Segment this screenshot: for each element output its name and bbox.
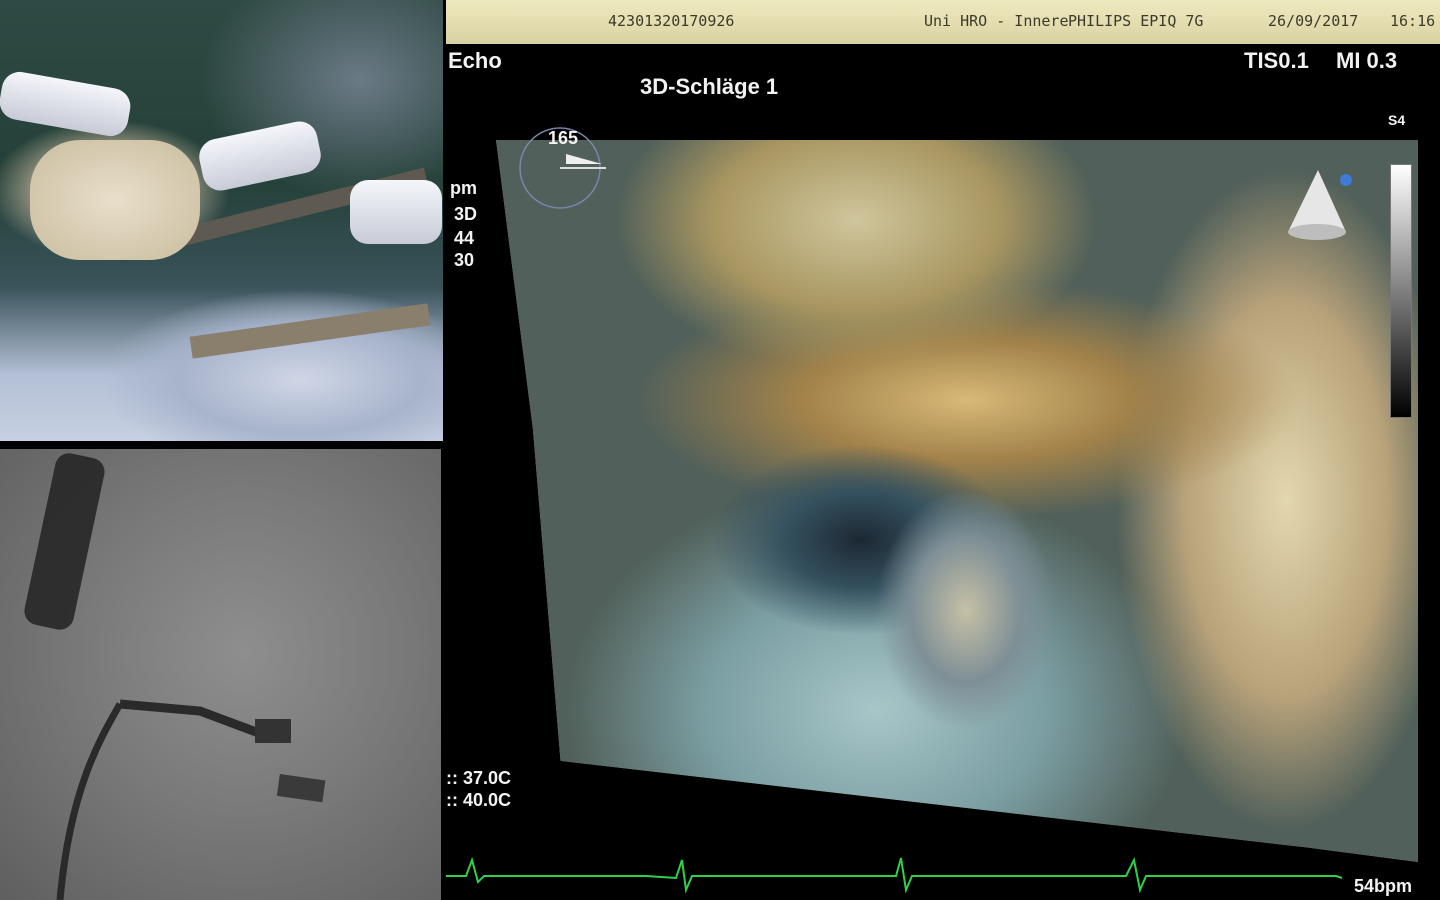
side-label-1: pm [450,178,477,198]
delivery-system-handle [0,69,134,139]
stabilizer-base [189,303,431,359]
procedure-camera-view [0,0,443,441]
side-label-2: 3D [454,204,478,224]
steerable-guide-handle [195,118,325,194]
probe-orientation-icon [1288,170,1352,240]
echo-header-bar: 42301320170926 Uni HRO - Innere PHILIPS … [446,0,1440,44]
exam-time: 16:16 [1390,12,1436,30]
3d-valve-rendering [496,140,1418,862]
tis-index: TIS0.1 [1244,48,1309,73]
device-model: PHILIPS EPIQ 7G [1068,12,1204,30]
probe-temperature: :: 37.0C [446,768,512,788]
clip-delivery-handle [350,180,442,244]
patient-id: 42301320170926 [608,12,735,30]
fluoroscopy-image [24,453,326,900]
orientation-angle: 165 [548,128,579,148]
side-label-4: 30 [454,250,475,270]
echo-title: 3D-Schläge 1 [640,74,779,99]
mi-index: MI 0.3 [1336,48,1398,73]
side-label-3: 44 [454,228,475,248]
exam-date: 26/09/2017 [1268,12,1359,30]
echo-3d-view: 42301320170926 Uni HRO - Innere PHILIPS … [446,0,1440,900]
tissue-temperature: :: 40.0C [446,790,512,810]
ecg-trace [446,856,1343,894]
institution: Uni HRO - Innere [924,12,1069,30]
probe-label: S4 [1388,112,1406,128]
gloved-hand [30,140,200,260]
grayscale-bar [1390,164,1412,418]
fluoroscopy-view [0,449,441,900]
heart-rate: 54bpm [1354,876,1413,896]
mode-label: Echo [448,48,502,73]
